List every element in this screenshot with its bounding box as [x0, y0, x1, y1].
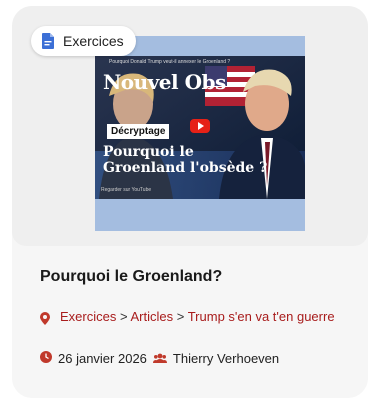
breadcrumb-separator: > [119, 309, 128, 324]
document-icon [41, 33, 55, 49]
video-brand: Nouvel Obs [103, 70, 226, 94]
article-author[interactable]: Thierry Verhoeven [173, 351, 279, 366]
article-date: 26 janvier 2026 [58, 351, 147, 366]
video-topline: Pourquoi Donald Trump veut-il annexer le… [109, 59, 231, 65]
video-footer: Regarder sur YouTube [101, 187, 152, 193]
users-icon [152, 351, 167, 366]
breadcrumb-articles[interactable]: Articles [130, 309, 173, 324]
breadcrumb-current[interactable]: Trump s'en va t'en guerre [188, 309, 335, 324]
breadcrumb-separator: > [176, 309, 185, 324]
video-tag: Décryptage [107, 124, 170, 139]
breadcrumb: Exercices > Articles > Trump s'en va t'e… [40, 307, 340, 327]
video-thumbnail[interactable]: Pourquoi Donald Trump veut-il annexer le… [95, 56, 305, 199]
breadcrumb-exercices[interactable]: Exercices [60, 309, 116, 324]
category-label: Exercices [63, 33, 124, 49]
clock-icon [40, 351, 52, 366]
article-title[interactable]: Pourquoi le Groenland? [40, 268, 222, 286]
location-pin-icon [40, 311, 50, 331]
play-icon[interactable] [190, 119, 210, 133]
category-badge[interactable]: Exercices [31, 26, 136, 56]
article-meta: 26 janvier 2026 Thierry Verhoeven [40, 351, 279, 366]
video-headline: Pourquoi le Groenland l'obsède ? [103, 144, 268, 176]
